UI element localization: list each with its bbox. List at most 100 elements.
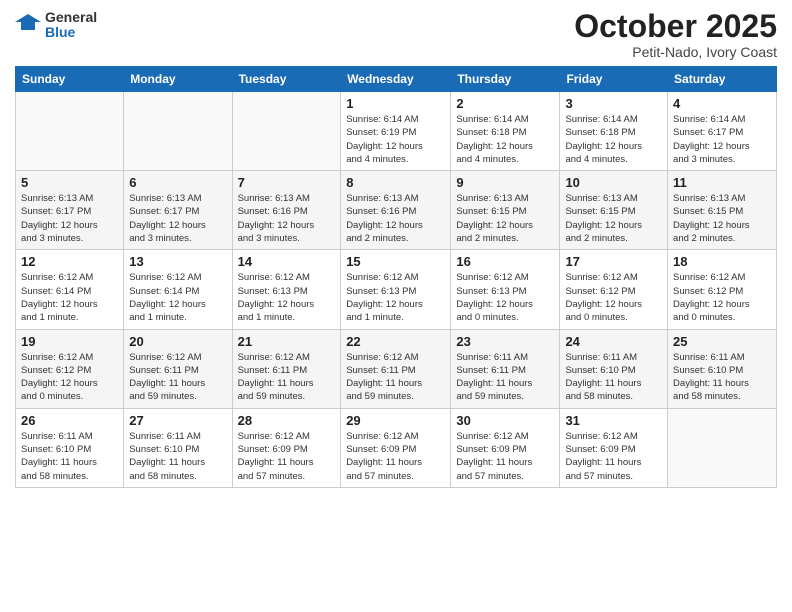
day-number: 12 — [21, 254, 118, 269]
day-number: 6 — [129, 175, 226, 190]
day-info: Sunrise: 6:14 AMSunset: 6:18 PMDaylight:… — [565, 113, 662, 166]
calendar-cell: 12 Sunrise: 6:12 AMSunset: 6:14 PMDayligh… — [16, 250, 124, 329]
day-info: Sunrise: 6:12 AMSunset: 6:12 PMDaylight:… — [673, 271, 771, 324]
day-number: 31 — [565, 413, 662, 428]
day-number: 28 — [238, 413, 336, 428]
day-number: 14 — [238, 254, 336, 269]
calendar-cell: 15 Sunrise: 6:12 AMSunset: 6:13 PMDayligh… — [341, 250, 451, 329]
day-number: 8 — [346, 175, 445, 190]
day-info: Sunrise: 6:13 AMSunset: 6:15 PMDaylight:… — [673, 192, 771, 245]
calendar-cell: 20 Sunrise: 6:12 AMSunset: 6:11 PMDayligh… — [124, 329, 232, 408]
day-info: Sunrise: 6:12 AMSunset: 6:09 PMDaylight:… — [456, 430, 554, 483]
day-number: 30 — [456, 413, 554, 428]
weekday-header-thursday: Thursday — [451, 67, 560, 92]
day-number: 5 — [21, 175, 118, 190]
calendar-cell: 11 Sunrise: 6:13 AMSunset: 6:15 PMDayligh… — [668, 171, 777, 250]
day-number: 4 — [673, 96, 771, 111]
weekday-header-friday: Friday — [560, 67, 668, 92]
calendar-cell — [16, 92, 124, 171]
calendar-cell: 5 Sunrise: 6:13 AMSunset: 6:17 PMDaylight… — [16, 171, 124, 250]
title-block: October 2025 Petit-Nado, Ivory Coast — [574, 10, 777, 60]
calendar-cell: 25 Sunrise: 6:11 AMSunset: 6:10 PMDayligh… — [668, 329, 777, 408]
day-number: 15 — [346, 254, 445, 269]
calendar-week-row: 26 Sunrise: 6:11 AMSunset: 6:10 PMDayligh… — [16, 408, 777, 487]
day-info: Sunrise: 6:12 AMSunset: 6:13 PMDaylight:… — [456, 271, 554, 324]
day-info: Sunrise: 6:12 AMSunset: 6:09 PMDaylight:… — [565, 430, 662, 483]
day-number: 23 — [456, 334, 554, 349]
day-number: 3 — [565, 96, 662, 111]
calendar-cell: 2Sunrise: 6:14 AMSunset: 6:18 PMDaylight… — [451, 92, 560, 171]
day-info: Sunrise: 6:12 AMSunset: 6:13 PMDaylight:… — [238, 271, 336, 324]
weekday-header-row: SundayMondayTuesdayWednesdayThursdayFrid… — [16, 67, 777, 92]
day-info: Sunrise: 6:12 AMSunset: 6:09 PMDaylight:… — [238, 430, 336, 483]
day-number: 11 — [673, 175, 771, 190]
day-info: Sunrise: 6:12 AMSunset: 6:11 PMDaylight:… — [346, 351, 445, 404]
day-number: 24 — [565, 334, 662, 349]
day-info: Sunrise: 6:13 AMSunset: 6:17 PMDaylight:… — [129, 192, 226, 245]
calendar-cell: 8 Sunrise: 6:13 AMSunset: 6:16 PMDaylight… — [341, 171, 451, 250]
day-number: 29 — [346, 413, 445, 428]
calendar-cell: 3 Sunrise: 6:14 AMSunset: 6:18 PMDaylight… — [560, 92, 668, 171]
day-number: 25 — [673, 334, 771, 349]
location-subtitle: Petit-Nado, Ivory Coast — [574, 44, 777, 60]
calendar-cell: 28 Sunrise: 6:12 AMSunset: 6:09 PMDayligh… — [232, 408, 341, 487]
calendar-cell: 16 Sunrise: 6:12 AMSunset: 6:13 PMDayligh… — [451, 250, 560, 329]
day-info: Sunrise: 6:13 AMSunset: 6:15 PMDaylight:… — [565, 192, 662, 245]
calendar-cell: 9 Sunrise: 6:13 AMSunset: 6:15 PMDaylight… — [451, 171, 560, 250]
day-number: 16 — [456, 254, 554, 269]
day-info: Sunrise: 6:12 AMSunset: 6:11 PMDaylight:… — [238, 351, 336, 404]
weekday-header-wednesday: Wednesday — [341, 67, 451, 92]
day-number: 17 — [565, 254, 662, 269]
calendar-week-row: 1Sunrise: 6:14 AMSunset: 6:19 PMDaylight… — [16, 92, 777, 171]
day-number: 26 — [21, 413, 118, 428]
logo: General Blue — [15, 10, 97, 41]
day-info: Sunrise: 6:12 AMSunset: 6:12 PMDaylight:… — [565, 271, 662, 324]
day-number: 21 — [238, 334, 336, 349]
day-number: 7 — [238, 175, 336, 190]
weekday-header-monday: Monday — [124, 67, 232, 92]
calendar-week-row: 12 Sunrise: 6:12 AMSunset: 6:14 PMDayligh… — [16, 250, 777, 329]
weekday-header-sunday: Sunday — [16, 67, 124, 92]
day-info: Sunrise: 6:12 AMSunset: 6:13 PMDaylight:… — [346, 271, 445, 324]
page-container: General Blue October 2025 Petit-Nado, Iv… — [0, 0, 792, 498]
day-info: Sunrise: 6:12 AMSunset: 6:12 PMDaylight:… — [21, 351, 118, 404]
day-number: 18 — [673, 254, 771, 269]
day-info: Sunrise: 6:13 AMSunset: 6:15 PMDaylight:… — [456, 192, 554, 245]
calendar-cell: 30 Sunrise: 6:12 AMSunset: 6:09 PMDayligh… — [451, 408, 560, 487]
calendar-cell: 1Sunrise: 6:14 AMSunset: 6:19 PMDaylight… — [341, 92, 451, 171]
day-number: 9 — [456, 175, 554, 190]
calendar-cell: 27Sunrise: 6:11 AMSunset: 6:10 PMDayligh… — [124, 408, 232, 487]
weekday-header-tuesday: Tuesday — [232, 67, 341, 92]
day-info: Sunrise: 6:12 AMSunset: 6:14 PMDaylight:… — [21, 271, 118, 324]
logo-bird-icon — [15, 12, 41, 38]
weekday-header-saturday: Saturday — [668, 67, 777, 92]
calendar-cell: 10 Sunrise: 6:13 AMSunset: 6:15 PMDayligh… — [560, 171, 668, 250]
calendar-cell: 13Sunrise: 6:12 AMSunset: 6:14 PMDayligh… — [124, 250, 232, 329]
day-info: Sunrise: 6:11 AMSunset: 6:10 PMDaylight:… — [565, 351, 662, 404]
calendar-cell — [232, 92, 341, 171]
day-number: 2 — [456, 96, 554, 111]
day-number: 20 — [129, 334, 226, 349]
calendar-cell: 14 Sunrise: 6:12 AMSunset: 6:13 PMDayligh… — [232, 250, 341, 329]
day-number: 10 — [565, 175, 662, 190]
calendar-cell: 22Sunrise: 6:12 AMSunset: 6:11 PMDayligh… — [341, 329, 451, 408]
day-number: 27 — [129, 413, 226, 428]
calendar-cell: 18 Sunrise: 6:12 AMSunset: 6:12 PMDayligh… — [668, 250, 777, 329]
day-info: Sunrise: 6:13 AMSunset: 6:16 PMDaylight:… — [346, 192, 445, 245]
calendar-cell: 19Sunrise: 6:12 AMSunset: 6:12 PMDayligh… — [16, 329, 124, 408]
calendar-cell — [668, 408, 777, 487]
logo-blue: Blue — [45, 25, 97, 40]
day-info: Sunrise: 6:12 AMSunset: 6:09 PMDaylight:… — [346, 430, 445, 483]
calendar-cell: 21 Sunrise: 6:12 AMSunset: 6:11 PMDayligh… — [232, 329, 341, 408]
calendar-week-row: 19Sunrise: 6:12 AMSunset: 6:12 PMDayligh… — [16, 329, 777, 408]
calendar-cell: 17 Sunrise: 6:12 AMSunset: 6:12 PMDayligh… — [560, 250, 668, 329]
day-info: Sunrise: 6:14 AMSunset: 6:19 PMDaylight:… — [346, 113, 445, 166]
calendar-cell — [124, 92, 232, 171]
day-info: Sunrise: 6:11 AMSunset: 6:10 PMDaylight:… — [21, 430, 118, 483]
day-info: Sunrise: 6:13 AMSunset: 6:17 PMDaylight:… — [21, 192, 118, 245]
header: General Blue October 2025 Petit-Nado, Iv… — [15, 10, 777, 60]
day-info: Sunrise: 6:11 AMSunset: 6:10 PMDaylight:… — [673, 351, 771, 404]
calendar-cell: 6 Sunrise: 6:13 AMSunset: 6:17 PMDaylight… — [124, 171, 232, 250]
day-info: Sunrise: 6:12 AMSunset: 6:11 PMDaylight:… — [129, 351, 226, 404]
calendar-cell: 23Sunrise: 6:11 AMSunset: 6:11 PMDayligh… — [451, 329, 560, 408]
